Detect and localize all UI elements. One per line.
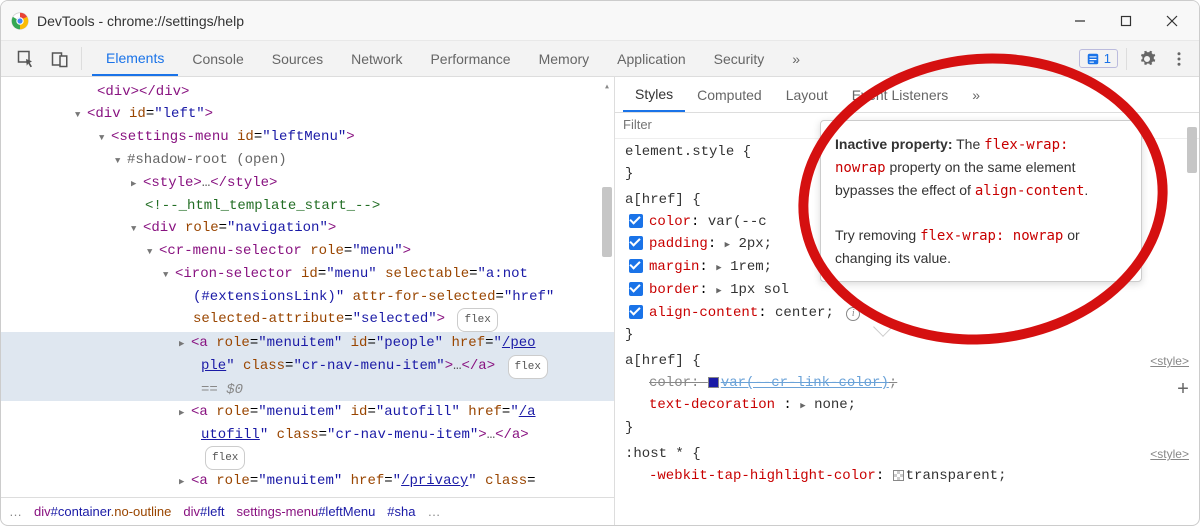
- color-swatch-icon[interactable]: [708, 377, 719, 388]
- elements-scrollbar[interactable]: ▴: [600, 77, 614, 497]
- dom-node-cont: flex: [1, 446, 614, 470]
- tab-network[interactable]: Network: [337, 41, 416, 76]
- dom-node-cont: selected-attribute="selected"> flex: [1, 308, 614, 332]
- style-rule[interactable]: <style> :host * { -webkit-tap-highlight-…: [615, 441, 1199, 489]
- crumb[interactable]: settings-menu#leftMenu: [237, 504, 376, 519]
- elements-panel: ⋯ <div></div> <div id="left"> <settings-…: [1, 77, 615, 525]
- rule-origin[interactable]: <style>: [1150, 443, 1189, 465]
- dom-node[interactable]: <div></div>: [1, 81, 614, 103]
- dom-node[interactable]: <a role="menuitem" href="/privacy" class…: [1, 470, 614, 493]
- crumb-more[interactable]: …: [428, 504, 441, 519]
- flex-badge[interactable]: flex: [508, 355, 548, 379]
- dom-node[interactable]: <!--_html_template_start_-->: [1, 195, 614, 217]
- close-button[interactable]: [1149, 1, 1195, 41]
- styles-filter-input[interactable]: [623, 117, 783, 132]
- inactive-property-tooltip: Inactive property: The flex-wrap: nowrap…: [820, 120, 1142, 282]
- scrollbar-thumb[interactable]: [1187, 127, 1197, 173]
- titlebar: DevTools - chrome://settings/help: [1, 1, 1199, 41]
- settings-gear-icon[interactable]: [1135, 50, 1159, 68]
- kebab-menu-icon[interactable]: [1167, 50, 1191, 68]
- tooltip-label: Inactive property:: [835, 136, 952, 152]
- tab-security[interactable]: Security: [700, 41, 779, 76]
- dom-node[interactable]: <div role="navigation">: [1, 217, 614, 240]
- style-rule[interactable]: <style> a[href] { color: var(--cr-link-c…: [615, 348, 1199, 441]
- tab-console[interactable]: Console: [178, 41, 257, 76]
- tab-event-listeners[interactable]: Event Listeners: [840, 77, 961, 112]
- checkbox-icon[interactable]: [629, 282, 643, 296]
- dom-node-cont: ple" class="cr-nav-menu-item">…</a> flex: [1, 355, 614, 379]
- css-declaration[interactable]: align-content: center; i: [625, 302, 1189, 324]
- device-toggle-icon[interactable]: [43, 41, 77, 76]
- main-toolbar: Elements Console Sources Network Perform…: [1, 41, 1199, 77]
- dom-node[interactable]: #shadow-root (open): [1, 149, 614, 172]
- inspect-icon[interactable]: [9, 41, 43, 76]
- info-icon[interactable]: i: [846, 307, 860, 321]
- css-declaration[interactable]: border: ▶ 1px sol: [625, 279, 1189, 302]
- flex-badge[interactable]: flex: [205, 446, 245, 470]
- dom-node[interactable]: <iron-selector id="menu" selectable="a:n…: [1, 263, 614, 286]
- crumb[interactable]: #sha: [387, 504, 415, 519]
- dom-node[interactable]: <cr-menu-selector role="menu">: [1, 240, 614, 263]
- css-declaration[interactable]: text-decoration : ▶ none;: [625, 394, 1189, 417]
- tab-application[interactable]: Application: [603, 41, 700, 76]
- scrollbar-thumb[interactable]: [602, 187, 612, 257]
- dom-eq0: == $0: [1, 379, 614, 401]
- css-declaration[interactable]: -webkit-tap-highlight-color: transparent…: [625, 465, 1189, 487]
- crumb-more[interactable]: …: [9, 504, 22, 519]
- panel-tabs: Elements Console Sources Network Perform…: [92, 41, 814, 76]
- rule-origin[interactable]: <style>: [1150, 350, 1189, 372]
- checkbox-icon[interactable]: [629, 214, 643, 228]
- css-declaration[interactable]: color: var(--cr-link-color);: [625, 372, 1189, 394]
- dom-node-cont: (#extensionsLink)" attr-for-selected="hr…: [1, 286, 614, 308]
- tab-memory[interactable]: Memory: [525, 41, 604, 76]
- dom-node[interactable]: <div id="left">: [1, 103, 614, 126]
- window-title: DevTools - chrome://settings/help: [37, 13, 244, 29]
- tab-performance[interactable]: Performance: [416, 41, 524, 76]
- dom-node[interactable]: <a role="menuitem" id="autofill" href="/…: [1, 401, 614, 424]
- tab-layout[interactable]: Layout: [774, 77, 840, 112]
- flex-badge[interactable]: flex: [457, 308, 497, 332]
- dom-node-cont: utofill" class="cr-nav-menu-item">…</a>: [1, 424, 614, 446]
- checkbox-icon[interactable]: [629, 236, 643, 250]
- tab-overflow[interactable]: »: [778, 41, 814, 76]
- dom-node-selected[interactable]: <a role="menuitem" id="people" href="/pe…: [1, 332, 614, 355]
- dom-node[interactable]: <style>…</style>: [1, 172, 614, 195]
- tab-sources[interactable]: Sources: [258, 41, 337, 76]
- breadcrumb[interactable]: … div#container.no-outline div#left sett…: [1, 497, 614, 525]
- minimize-button[interactable]: [1057, 1, 1103, 41]
- color-swatch-icon[interactable]: [893, 470, 904, 481]
- scroll-up-icon[interactable]: ▴: [600, 77, 614, 91]
- styles-tabs: Styles Computed Layout Event Listeners »: [615, 77, 1199, 113]
- tab-styles[interactable]: Styles: [623, 77, 685, 112]
- styles-scrollbar[interactable]: [1185, 113, 1199, 525]
- issues-badge[interactable]: 1: [1079, 49, 1118, 68]
- crumb[interactable]: div#container.no-outline: [34, 504, 171, 519]
- crumb[interactable]: div#left: [183, 504, 224, 519]
- tab-overflow[interactable]: »: [960, 77, 992, 112]
- dom-tree[interactable]: <div></div> <div id="left"> <settings-me…: [1, 77, 614, 497]
- tab-elements[interactable]: Elements: [92, 41, 178, 76]
- dom-node[interactable]: <settings-menu id="leftMenu">: [1, 126, 614, 149]
- tab-computed[interactable]: Computed: [685, 77, 774, 112]
- checkbox-icon[interactable]: [629, 259, 643, 273]
- chrome-icon: [11, 12, 29, 30]
- issues-count: 1: [1104, 51, 1111, 66]
- checkbox-icon[interactable]: [629, 305, 643, 319]
- maximize-button[interactable]: [1103, 1, 1149, 41]
